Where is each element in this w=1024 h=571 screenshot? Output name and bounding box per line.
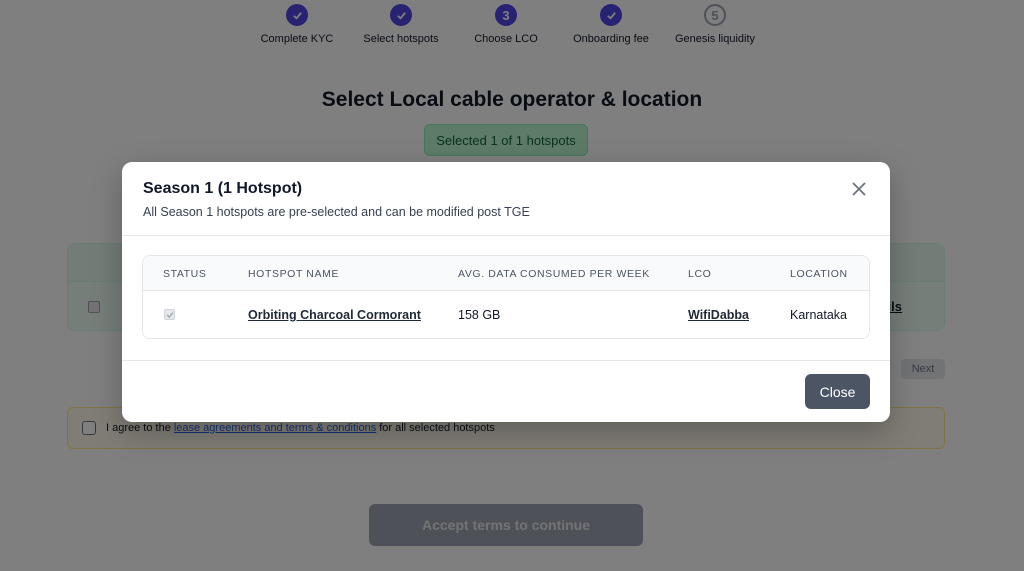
- table-row: Orbiting Charcoal Cormorant 158 GB WifiD…: [143, 291, 869, 338]
- avg-data-value: 158 GB: [458, 308, 501, 322]
- column-header-status: STATUS: [163, 268, 207, 280]
- divider: [122, 360, 890, 361]
- close-button[interactable]: Close: [805, 374, 870, 409]
- column-header-avg-data: AVG. DATA CONSUMED PER WEEK: [458, 268, 650, 280]
- lco-link[interactable]: WifiDabba: [688, 308, 749, 322]
- season-modal: Season 1 (1 Hotspot) All Season 1 hotspo…: [122, 162, 890, 422]
- divider: [122, 235, 890, 236]
- table-header: STATUS HOTSPOT NAME AVG. DATA CONSUMED P…: [143, 256, 869, 291]
- column-header-location: LOCATION: [790, 268, 848, 280]
- column-header-hotspot-name: HOTSPOT NAME: [248, 268, 340, 280]
- modal-title: Season 1 (1 Hotspot): [143, 180, 303, 197]
- modal-subtitle: All Season 1 hotspots are pre-selected a…: [143, 205, 530, 219]
- column-header-lco: LCO: [688, 268, 712, 280]
- hotspot-name-link[interactable]: Orbiting Charcoal Cormorant: [248, 308, 421, 322]
- status-checkbox[interactable]: [164, 309, 175, 320]
- location-value: Karnataka: [790, 308, 847, 322]
- season-hotspot-table: STATUS HOTSPOT NAME AVG. DATA CONSUMED P…: [142, 255, 870, 339]
- close-icon[interactable]: [848, 178, 870, 200]
